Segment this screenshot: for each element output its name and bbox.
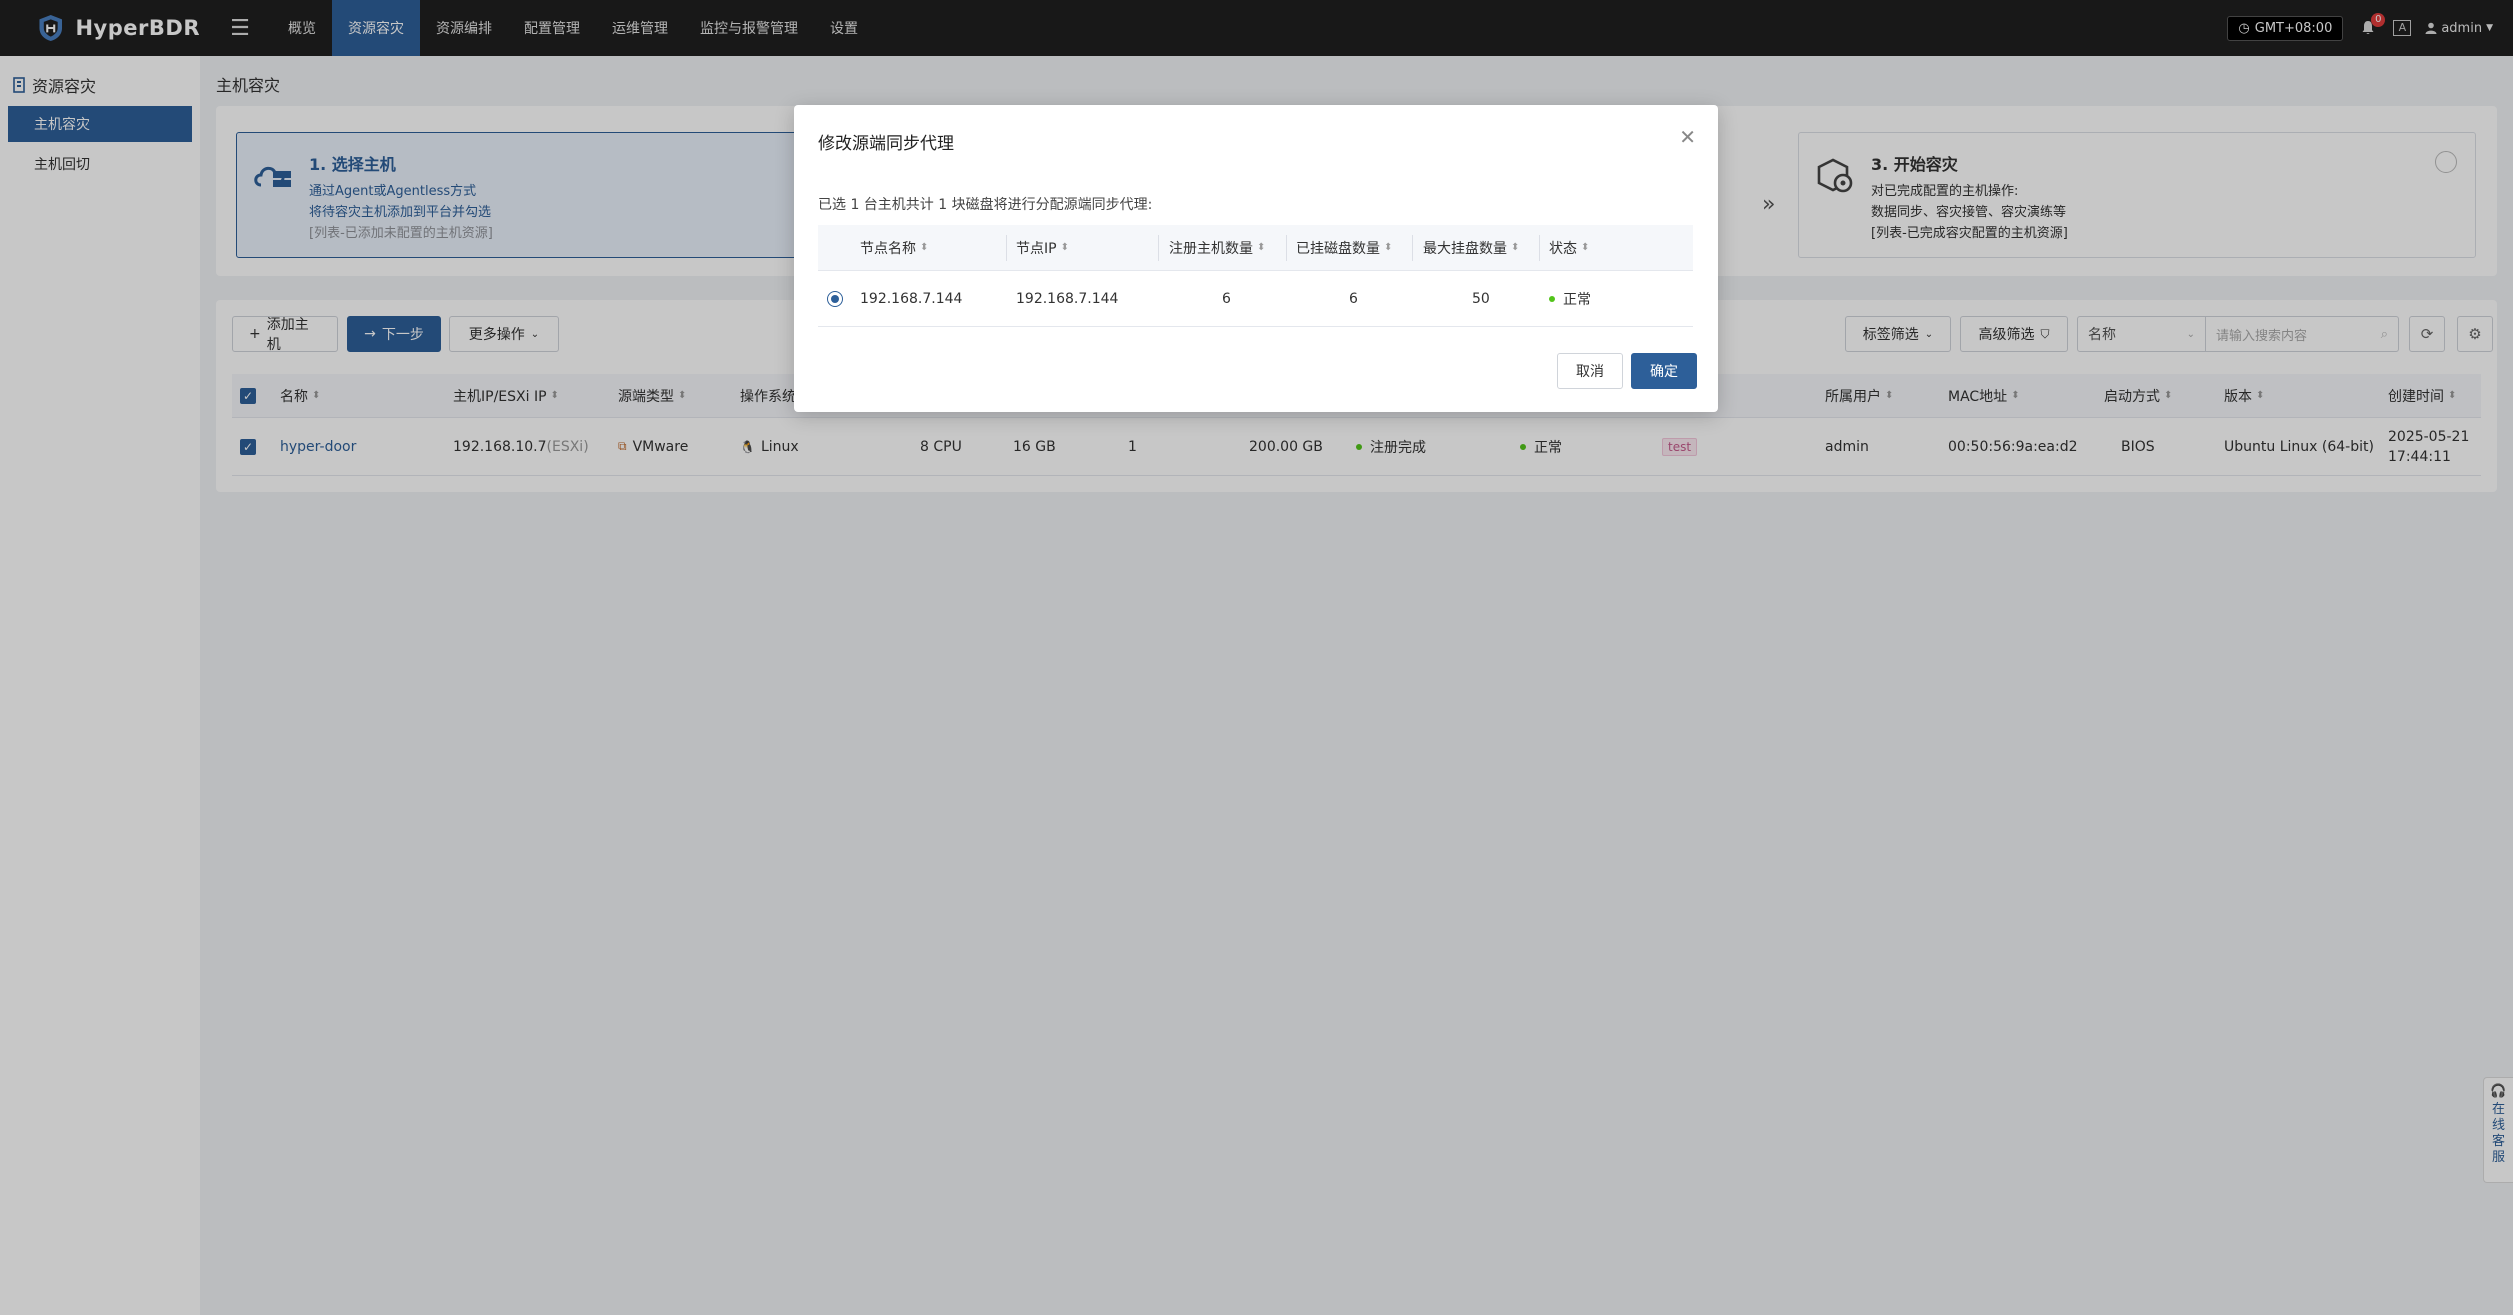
column-divider [1539,235,1540,261]
column-divider [1412,235,1413,261]
registered-hosts: 6 [1222,290,1231,307]
dialog-title: 修改源端同步代理 [818,134,954,154]
node-name: 192.168.7.144 [860,290,963,307]
column-header-node-ip[interactable]: 节点IP ⬍ [1016,225,1069,270]
column-divider [1006,235,1007,261]
column-divider [1286,235,1287,261]
max-disks: 50 [1472,290,1490,307]
proxy-table-row[interactable]: 192.168.7.144 192.168.7.144 6 6 50 正常 [818,271,1693,327]
mounted-disks: 6 [1349,290,1358,307]
node-ip: 192.168.7.144 [1016,290,1119,307]
close-icon[interactable]: ✕ [1679,125,1696,149]
proxy-radio[interactable] [827,271,843,326]
proxy-table-header: 节点名称 ⬍ 节点IP ⬍ 注册主机数量 ⬍ 已挂磁盘数量 ⬍ 最大挂盘数量 ⬍ 状态 ⬍ [818,225,1693,271]
column-header-node-name[interactable]: 节点名称 ⬍ [860,225,928,270]
column-header-mounted-disks[interactable]: 已挂磁盘数量 ⬍ [1296,225,1392,270]
sort-icon: ⬍ [1581,242,1590,253]
sort-icon: ⬍ [1511,242,1520,253]
modify-sync-proxy-dialog: 修改源端同步代理 ✕ 已选 1 台主机共计 1 块磁盘将进行分配源端同步代理: … [794,105,1718,412]
column-divider [1158,235,1159,261]
column-header-max-disks[interactable]: 最大挂盘数量 ⬍ [1423,225,1519,270]
confirm-button[interactable]: 确定 [1631,353,1697,389]
status-dot [1549,295,1555,302]
cancel-button[interactable]: 取消 [1557,353,1623,389]
column-header-status[interactable]: 状态 ⬍ [1549,225,1589,270]
sort-icon: ⬍ [1257,242,1266,253]
dialog-description: 已选 1 台主机共计 1 块磁盘将进行分配源端同步代理: [818,197,1153,213]
sort-icon: ⬍ [1384,242,1393,253]
sort-icon: ⬍ [920,242,929,253]
sort-icon: ⬍ [1060,242,1069,253]
radio-selected-icon [827,290,843,307]
node-status: 正常 [1549,271,1591,326]
column-header-registered-hosts[interactable]: 注册主机数量 ⬍ [1169,225,1265,270]
